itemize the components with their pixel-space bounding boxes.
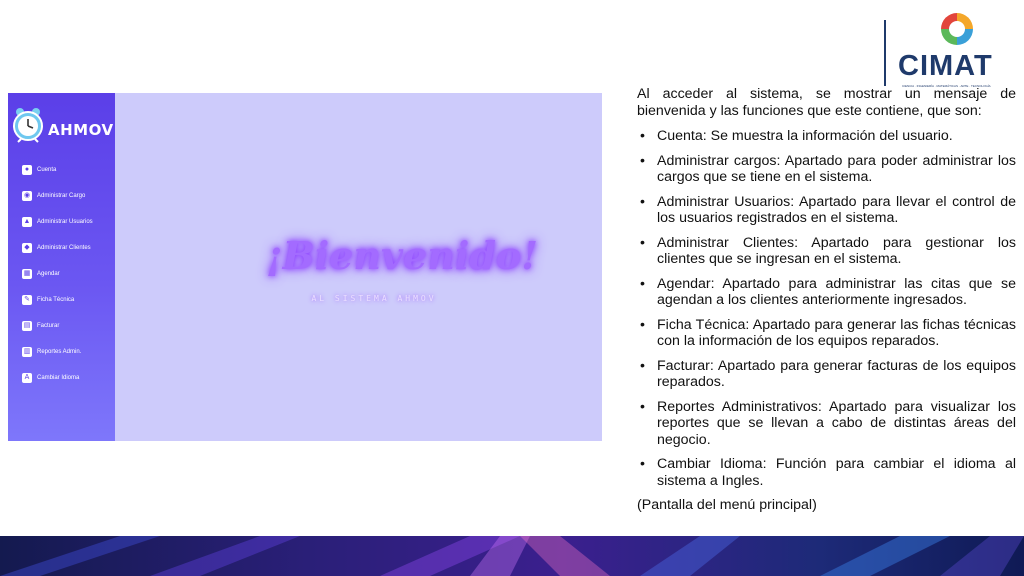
list-item: Ficha Técnica: Apartado para generar las…	[637, 317, 1016, 350]
sidebar-item-label: Ficha Técnica	[37, 297, 75, 303]
wrench-icon: ✎	[22, 295, 32, 305]
users-icon: ▲	[22, 217, 32, 227]
sidebar-item-label: Facturar	[37, 323, 60, 329]
sidebar-item-agendar[interactable]: ▦ Agendar	[22, 261, 114, 287]
list-item: Facturar: Apartado para generar facturas…	[637, 358, 1016, 391]
list-item: Agendar: Apartado para administrar las c…	[637, 276, 1016, 309]
sidebar-item-facturar[interactable]: ▤ Facturar	[22, 313, 114, 339]
briefcase-icon: ◉	[22, 191, 32, 201]
brand: AHMOV	[12, 99, 116, 145]
clients-icon: ◆	[22, 243, 32, 253]
intro-paragraph: Al acceder al sistema, se mostrar un men…	[637, 86, 1016, 119]
list-item: Administrar Clientes: Apartado para gest…	[637, 235, 1016, 268]
sidebar-item-label: Cuenta	[37, 167, 57, 173]
sidebar-item-administrar-cargo[interactable]: ◉ Administrar Cargo	[22, 183, 114, 209]
list-item: Administrar cargos: Apartado para poder …	[637, 153, 1016, 186]
cimat-emblem-icon	[941, 13, 973, 45]
sidebar-item-label: Reportes Admin.	[37, 349, 82, 355]
sidebar-item-administrar-clientes[interactable]: ◆ Administrar Clientes	[22, 235, 114, 261]
alarm-clock-icon	[13, 108, 43, 143]
user-icon: ●	[22, 165, 32, 175]
language-icon: A	[22, 373, 32, 383]
calendar-icon: ▦	[22, 269, 32, 279]
app-screenshot: AHMOV ● Cuenta ◉ Administrar Cargo ▲ Adm…	[8, 93, 602, 441]
sidebar-item-reportes-admin[interactable]: ▥ Reportes Admin.	[22, 339, 114, 365]
sidebar-item-cuenta[interactable]: ● Cuenta	[22, 157, 114, 183]
sidebar-item-label: Administrar Clientes	[37, 245, 91, 251]
report-icon: ▥	[22, 347, 32, 357]
invoice-icon: ▤	[22, 321, 32, 331]
decorative-footer-band	[0, 536, 1024, 576]
sidebar-item-label: Agendar	[37, 271, 60, 277]
list-item: Cuenta: Se muestra la información del us…	[637, 128, 1016, 145]
welcome-subtitle: AL SISTEMA AHMOV	[311, 294, 437, 303]
sidebar-item-ficha-tecnica[interactable]: ✎ Ficha Técnica	[22, 287, 114, 313]
logo-name: CIMAT	[898, 50, 993, 82]
sidebar-menu: ● Cuenta ◉ Administrar Cargo ▲ Administr…	[22, 157, 114, 391]
logo-divider	[884, 20, 886, 86]
light-rays-decoration	[0, 536, 1024, 576]
sidebar-item-label: Administrar Usuarios	[37, 219, 93, 225]
function-list: Cuenta: Se muestra la información del us…	[637, 128, 1016, 489]
sidebar-item-administrar-usuarios[interactable]: ▲ Administrar Usuarios	[22, 209, 114, 235]
cimat-logo: CIMAT CIENCIA · INGENIERÍA · MATEMÁTICAS…	[884, 12, 1014, 88]
sidebar: AHMOV ● Cuenta ◉ Administrar Cargo ▲ Adm…	[8, 93, 115, 441]
caption: (Pantalla del menú principal)	[637, 497, 817, 513]
sidebar-item-label: Cambiar Idioma	[37, 375, 80, 381]
description-text: Al acceder al sistema, se mostrar un men…	[637, 86, 1016, 514]
list-item: Reportes Administrativos: Apartado para …	[637, 399, 1016, 449]
welcome-title: ¡Bienvenido!	[266, 233, 538, 278]
list-item: Cambiar Idioma: Función para cambiar el …	[637, 456, 1016, 489]
list-item: Administrar Usuarios: Apartado para llev…	[637, 194, 1016, 227]
sidebar-item-label: Administrar Cargo	[37, 193, 86, 199]
sidebar-item-cambiar-idioma[interactable]: A Cambiar Idioma	[22, 365, 114, 391]
brand-name: AHMOV	[48, 121, 114, 139]
